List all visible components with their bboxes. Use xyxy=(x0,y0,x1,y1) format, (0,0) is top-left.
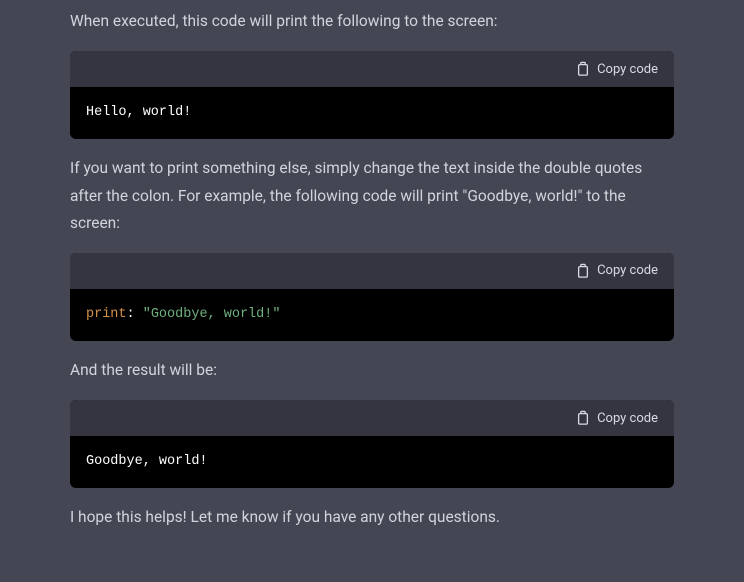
code-output-text: Hello, world! xyxy=(86,105,191,120)
paragraph-result: And the result will be: xyxy=(70,357,674,384)
code-header: Copy code xyxy=(70,253,674,289)
code-header: Copy code xyxy=(70,400,674,436)
copy-code-button[interactable]: Copy code xyxy=(576,410,658,426)
message-content: When executed, this code will print the … xyxy=(0,8,744,532)
clipboard-icon xyxy=(576,410,590,426)
paragraph-intro: When executed, this code will print the … xyxy=(70,8,674,35)
code-block-output-2: Copy code Goodbye, world! xyxy=(70,400,674,488)
clipboard-icon xyxy=(576,263,590,279)
code-colon: : xyxy=(127,307,135,322)
copy-code-label: Copy code xyxy=(597,62,658,77)
code-space xyxy=(135,307,143,322)
copy-code-button[interactable]: Copy code xyxy=(576,263,658,279)
code-body: print: "Goodbye, world!" xyxy=(70,289,674,341)
code-string: "Goodbye, world!" xyxy=(143,307,281,322)
code-keyword: print xyxy=(86,307,127,322)
clipboard-icon xyxy=(576,61,590,77)
copy-code-label: Copy code xyxy=(597,263,658,278)
code-body: Goodbye, world! xyxy=(70,436,674,488)
paragraph-explain: If you want to print something else, sim… xyxy=(70,155,674,236)
copy-code-label: Copy code xyxy=(597,411,658,426)
code-output-text: Goodbye, world! xyxy=(86,454,208,469)
code-block-output-1: Copy code Hello, world! xyxy=(70,51,674,139)
copy-code-button[interactable]: Copy code xyxy=(576,61,658,77)
paragraph-closing: I hope this helps! Let me know if you ha… xyxy=(70,504,674,531)
code-body: Hello, world! xyxy=(70,87,674,139)
code-block-example: Copy code print: "Goodbye, world!" xyxy=(70,253,674,341)
code-header: Copy code xyxy=(70,51,674,87)
